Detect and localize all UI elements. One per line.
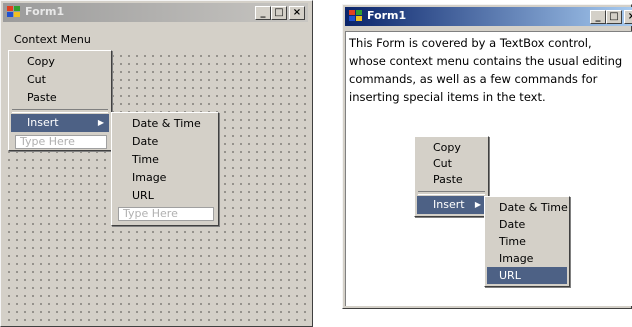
minimize-button[interactable]: _	[255, 6, 271, 20]
form-icon	[7, 6, 21, 19]
menu-item-paste[interactable]: Paste	[11, 89, 109, 107]
runtime-context-menu: Copy Cut Paste Insert ▶	[414, 136, 489, 217]
submenu-arrow-icon: ▶	[97, 118, 104, 127]
submenu-item-date-time[interactable]: Date & Time	[487, 199, 568, 216]
textbox-content: This Form is covered by a TextBox contro…	[349, 34, 629, 106]
window-title: Form1	[25, 5, 65, 18]
close-button[interactable]: ×	[624, 10, 632, 24]
submenu-item-date[interactable]: Date	[487, 216, 567, 233]
menu-item-copy[interactable]: Copy	[11, 53, 109, 71]
menu-item-paste[interactable]: Paste	[417, 171, 486, 189]
runtime-insert-submenu: Date & Time Date Time Image URL	[484, 196, 570, 287]
maximize-button[interactable]: □	[271, 6, 287, 20]
close-button[interactable]: ×	[289, 6, 305, 20]
context-menu-label[interactable]: Context Menu	[14, 33, 91, 46]
submenu-item-date-time[interactable]: Date & Time	[114, 115, 216, 133]
textbox-line: commands, as well as a few commands for	[349, 72, 598, 86]
textbox-line: inserting special items in the text.	[349, 90, 546, 104]
runtime-titlebar[interactable]: Form1 _ □ ×	[345, 7, 632, 26]
menu-separator	[418, 191, 485, 195]
submenu-item-url[interactable]: URL	[114, 187, 216, 205]
type-here-field[interactable]: Type Here	[15, 135, 107, 149]
type-here-field[interactable]: Type Here	[118, 207, 214, 221]
form-icon	[349, 10, 363, 23]
insert-label: Insert	[433, 198, 465, 211]
submenu-item-date[interactable]: Date	[114, 133, 216, 151]
designer-insert-submenu: Date & Time Date Time Image URL Type Her…	[111, 112, 219, 226]
designer-titlebar[interactable]: Form1 _ □ ×	[3, 3, 308, 22]
insert-label: Insert	[27, 116, 59, 129]
submenu-item-url[interactable]: URL	[487, 267, 567, 284]
menu-item-cut[interactable]: Cut	[11, 71, 109, 89]
menu-item-insert[interactable]: Insert ▶	[417, 196, 486, 214]
window-title: Form1	[367, 9, 407, 22]
menu-separator	[12, 109, 108, 113]
submenu-arrow-icon: ▶	[474, 200, 481, 209]
submenu-item-image[interactable]: Image	[114, 169, 216, 187]
textbox-line: This Form is covered by a TextBox contro…	[349, 36, 592, 50]
minimize-button[interactable]: _	[590, 10, 606, 24]
maximize-button[interactable]: □	[606, 10, 622, 24]
designer-context-menu: Copy Cut Paste Insert ▶ Type Here	[8, 50, 112, 151]
submenu-item-time[interactable]: Time	[114, 151, 216, 169]
submenu-item-image[interactable]: Image	[487, 250, 567, 267]
textbox-line: whose context menu contains the usual ed…	[349, 54, 623, 68]
submenu-item-time[interactable]: Time	[487, 233, 567, 250]
menu-item-insert[interactable]: Insert ▶	[11, 114, 109, 132]
